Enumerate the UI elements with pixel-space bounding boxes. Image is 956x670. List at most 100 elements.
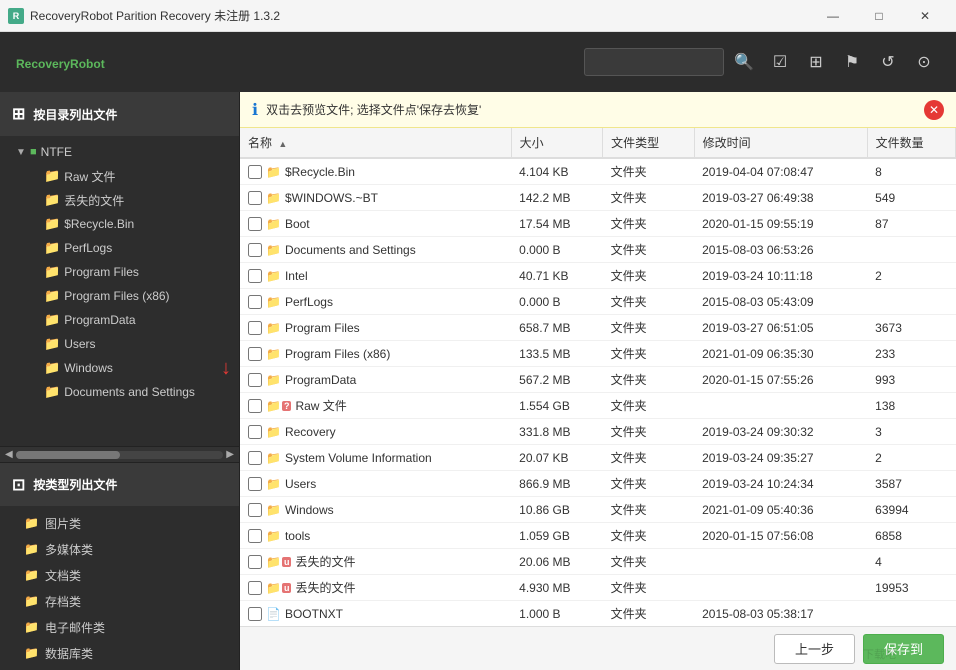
category-images[interactable]: 📁 图片类: [0, 510, 239, 536]
file-type: 文件夹: [603, 393, 694, 419]
table-row[interactable]: 📄BOOTNXT1.000 B文件夹2015-08-03 05:38:17: [240, 601, 956, 627]
table-row[interactable]: 📁Program Files658.7 MB文件夹2019-03-27 06:5…: [240, 315, 956, 341]
file-type: 文件夹: [603, 575, 694, 601]
search-icon[interactable]: 🔍: [728, 46, 760, 78]
table-row[interactable]: 📁Program Files (x86)133.5 MB文件夹2021-01-0…: [240, 341, 956, 367]
table-row[interactable]: 📁?Raw 文件1.554 GB文件夹138: [240, 393, 956, 419]
table-row[interactable]: 📁$Recycle.Bin4.104 KB文件夹2019-04-04 07:08…: [240, 158, 956, 185]
table-row[interactable]: 📁ProgramData567.2 MB文件夹2020-01-15 07:55:…: [240, 367, 956, 393]
file-modified: 2019-03-24 09:30:32: [694, 419, 867, 445]
search-input[interactable]: [584, 48, 724, 76]
file-checkbox[interactable]: [248, 243, 262, 257]
col-type[interactable]: 文件类型: [603, 128, 694, 158]
table-row[interactable]: 📁Recovery331.8 MB文件夹2019-03-24 09:30:323: [240, 419, 956, 445]
tree-item-lost[interactable]: 📁 丢失的文件: [0, 188, 239, 212]
table-row[interactable]: 📁Boot17.54 MB文件夹2020-01-15 09:55:1987: [240, 211, 956, 237]
tree-item-users[interactable]: 📁 Users: [0, 332, 239, 356]
file-type: 文件夹: [603, 315, 694, 341]
table-row[interactable]: 📁System Volume Information20.07 KB文件夹201…: [240, 445, 956, 471]
table-row[interactable]: 📁Windows10.86 GB文件夹2021-01-09 05:40:3663…: [240, 497, 956, 523]
file-name: Raw 文件: [295, 397, 346, 414]
file-modified: 2020-01-15 09:55:19: [694, 211, 867, 237]
category-images-label: 图片类: [45, 515, 81, 532]
file-checkbox[interactable]: [248, 165, 262, 179]
category-archive-label: 存档类: [45, 593, 81, 610]
file-checkbox[interactable]: [248, 373, 262, 387]
file-checkbox[interactable]: [248, 425, 262, 439]
sidebar-tree: ▼ ■ NTFE 📁 Raw 文件 📁 丢失的文件 📁: [0, 136, 239, 446]
file-checkbox[interactable]: [248, 321, 262, 335]
table-row[interactable]: 📁u丢失的文件20.06 MB文件夹4: [240, 549, 956, 575]
file-checkbox[interactable]: [248, 269, 262, 283]
tree-item-recycle[interactable]: 📁 $Recycle.Bin: [0, 212, 239, 236]
col-name[interactable]: 名称 ▲: [240, 128, 511, 158]
file-name: 丢失的文件: [295, 579, 355, 596]
folder-icon-lost: 📁: [44, 192, 60, 208]
file-checkbox[interactable]: [248, 503, 262, 517]
file-checkbox[interactable]: [248, 477, 262, 491]
file-checkbox[interactable]: [248, 217, 262, 231]
minimize-button[interactable]: —: [810, 0, 856, 32]
category-media[interactable]: 📁 多媒体类: [0, 536, 239, 562]
sidebar-section-files-by-type[interactable]: ⊡ 按类型列出文件: [0, 462, 239, 506]
category-archive[interactable]: 📁 存档类: [0, 588, 239, 614]
table-row[interactable]: 📁PerfLogs0.000 B文件夹2015-08-03 05:43:09: [240, 289, 956, 315]
file-checkbox[interactable]: [248, 529, 262, 543]
close-button[interactable]: ✕: [902, 0, 948, 32]
info-close-btn[interactable]: ✕: [924, 100, 944, 120]
table-row[interactable]: 📁Users866.9 MB文件夹2019-03-24 10:24:343587: [240, 471, 956, 497]
file-type: 文件夹: [603, 289, 694, 315]
file-checkbox[interactable]: [248, 347, 262, 361]
file-name: Program Files: [285, 321, 360, 335]
refresh-icon[interactable]: ↺: [872, 46, 904, 78]
grid-icon[interactable]: ⊞: [800, 46, 832, 78]
col-modified[interactable]: 修改时间: [694, 128, 867, 158]
scroll-left-btn[interactable]: ◀: [2, 449, 16, 460]
table-row[interactable]: 📁tools1.059 GB文件夹2020-01-15 07:56:086858: [240, 523, 956, 549]
table-row[interactable]: 📁Intel40.71 KB文件夹2019-03-24 10:11:182: [240, 263, 956, 289]
tree-item-raw[interactable]: 📁 Raw 文件: [0, 164, 239, 188]
file-checkbox[interactable]: [248, 555, 262, 569]
file-count: 3587: [867, 471, 955, 497]
checkbox-icon[interactable]: ☑: [764, 46, 796, 78]
file-checkbox[interactable]: [248, 399, 262, 413]
file-checkbox[interactable]: [248, 581, 262, 595]
sidebar-section-files-by-dir[interactable]: ⊞ 按目录列出文件: [0, 92, 239, 136]
file-checkbox[interactable]: [248, 451, 262, 465]
category-db[interactable]: 📁 数据库类: [0, 640, 239, 666]
scroll-right-btn[interactable]: ▶: [223, 449, 237, 460]
logo-text-green: Robot: [70, 57, 105, 71]
bottom-bar: 上一步 保存到: [240, 626, 956, 670]
category-docs[interactable]: 📁 文档类: [0, 562, 239, 588]
menu-icon[interactable]: ⊙: [908, 46, 940, 78]
tree-item-programdata[interactable]: 📁 ProgramData: [0, 308, 239, 332]
maximize-button[interactable]: □: [856, 0, 902, 32]
file-checkbox[interactable]: [248, 607, 262, 621]
tree-item-docs[interactable]: 📁 Documents and Settings: [0, 380, 239, 404]
file-type: 文件夹: [603, 601, 694, 627]
category-email[interactable]: 📁 电子邮件类: [0, 614, 239, 640]
file-count: 2: [867, 263, 955, 289]
file-name: Documents and Settings: [285, 243, 416, 257]
tree-item-ntfe[interactable]: ▼ ■ NTFE: [0, 140, 239, 164]
prev-step-button[interactable]: 上一步: [774, 634, 855, 664]
tree-item-perflogs[interactable]: 📁 PerfLogs: [0, 236, 239, 260]
tree-item-programfiles[interactable]: 📁 Program Files: [0, 260, 239, 284]
col-size[interactable]: 大小: [511, 128, 602, 158]
flag-icon[interactable]: ⚑: [836, 46, 868, 78]
folder-icon-pd: 📁: [44, 312, 60, 328]
file-count: 993: [867, 367, 955, 393]
file-modified: 2015-08-03 05:38:17: [694, 601, 867, 627]
category-docs-label: 文档类: [45, 567, 81, 584]
app-header: RecoveryRobot 🔍 ☑ ⊞ ⚑ ↺ ⊙: [0, 32, 956, 92]
table-row[interactable]: 📁$WINDOWS.~BT142.2 MB文件夹2019-03-27 06:49…: [240, 185, 956, 211]
file-checkbox[interactable]: [248, 295, 262, 309]
col-count[interactable]: 文件数量: [867, 128, 955, 158]
tree-item-programfiles86[interactable]: 📁 Program Files (x86): [0, 284, 239, 308]
sidebar-hscrollbar[interactable]: ◀ ▶: [0, 446, 239, 462]
tree-item-windows[interactable]: 📁 Windows ↓: [0, 356, 239, 380]
file-checkbox[interactable]: [248, 191, 262, 205]
table-row[interactable]: 📁Documents and Settings0.000 B文件夹2015-08…: [240, 237, 956, 263]
file-size: 20.06 MB: [511, 549, 602, 575]
table-row[interactable]: 📁u丢失的文件4.930 MB文件夹19953: [240, 575, 956, 601]
